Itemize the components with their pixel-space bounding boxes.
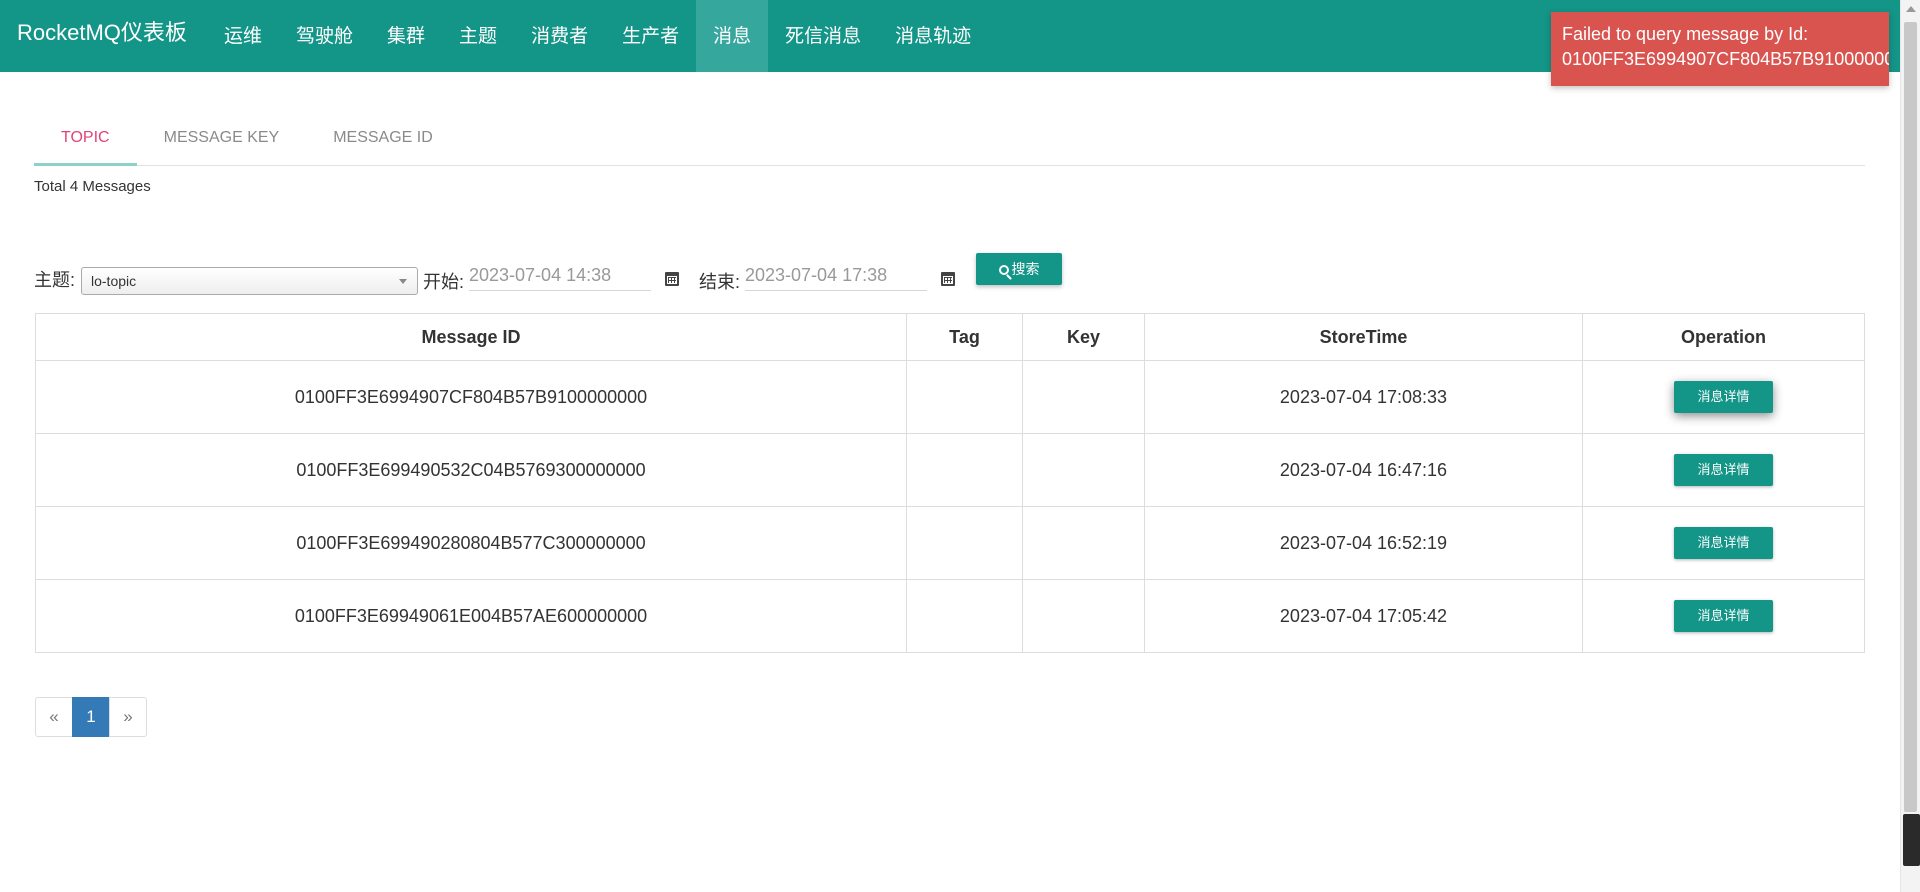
key-cell	[1022, 360, 1145, 434]
operation-cell: 消息详情	[1582, 433, 1865, 507]
store-time-cell: 2023-07-04 17:08:33	[1144, 360, 1583, 434]
scrollbar-thumb-bottom[interactable]	[1903, 814, 1920, 866]
start-label: 开始:	[423, 272, 465, 292]
table-row: 0100FF3E699490280804B577C300000000 2023-…	[35, 506, 1865, 580]
topic-label: 主题:	[34, 270, 76, 290]
nav-item-message[interactable]: 消息	[696, 0, 769, 72]
nav-item-topic[interactable]: 主题	[442, 0, 514, 72]
calendar-icon[interactable]	[665, 272, 679, 286]
tag-cell	[906, 433, 1023, 507]
page-scrollbar[interactable]	[1900, 0, 1920, 892]
table-row: 0100FF3E69949061E004B57AE600000000 2023-…	[35, 579, 1865, 653]
end-label: 结束:	[699, 272, 741, 292]
pagination: « 1 »	[35, 697, 147, 737]
column-header-tag: Tag	[906, 313, 1023, 361]
search-button[interactable]: 搜索	[976, 253, 1062, 285]
store-time-cell: 2023-07-04 17:05:42	[1144, 579, 1583, 653]
chevron-down-icon	[399, 279, 407, 284]
pagination-next-button[interactable]: »	[109, 697, 147, 737]
tag-cell	[906, 360, 1023, 434]
key-cell	[1022, 506, 1145, 580]
column-header-key: Key	[1022, 313, 1145, 361]
error-toast-line2: 0100FF3E6994907CF804B57B9100000000	[1562, 49, 1889, 69]
operation-cell: 消息详情	[1582, 360, 1865, 434]
message-id-cell: 0100FF3E69949061E004B57AE600000000	[35, 579, 907, 653]
table-header-row: Message ID Tag Key StoreTime Operation	[35, 313, 1865, 361]
message-id-cell: 0100FF3E699490280804B577C300000000	[35, 506, 907, 580]
error-toast[interactable]: Failed to query message by Id: 0100FF3E6…	[1551, 12, 1889, 86]
tab-message-id[interactable]: MESSAGE ID	[306, 116, 460, 165]
pagination-page-button[interactable]: 1	[72, 697, 110, 737]
column-header-operation: Operation	[1582, 313, 1865, 361]
message-detail-button[interactable]: 消息详情	[1674, 600, 1773, 632]
operation-cell: 消息详情	[1582, 579, 1865, 653]
scrollbar-thumb[interactable]	[1904, 22, 1917, 812]
search-button-label: 搜索	[1011, 261, 1040, 277]
pagination-prev-button[interactable]: «	[35, 697, 73, 737]
message-detail-button[interactable]: 消息详情	[1674, 527, 1773, 559]
nav-menu: 运维 驾驶舱 集群 主题 消费者 生产者 消息 死信消息 消息轨迹	[207, 0, 988, 72]
column-header-store-time: StoreTime	[1144, 313, 1583, 361]
topic-select-value: lo-topic	[91, 273, 137, 289]
nav-item-message-trace[interactable]: 消息轨迹	[878, 0, 988, 72]
key-cell	[1022, 579, 1145, 653]
brand-title[interactable]: RocketMQ仪表板	[0, 0, 207, 72]
nav-item-dlq-message[interactable]: 死信消息	[768, 0, 878, 72]
nav-item-producer[interactable]: 生产者	[605, 0, 696, 72]
table-row: 0100FF3E6994907CF804B57B9100000000 2023-…	[35, 360, 1865, 434]
key-cell	[1022, 433, 1145, 507]
store-time-cell: 2023-07-04 16:52:19	[1144, 506, 1583, 580]
nav-item-consumer[interactable]: 消费者	[514, 0, 605, 72]
topic-select[interactable]: lo-topic	[81, 267, 418, 295]
scroll-up-arrow-icon[interactable]	[1906, 6, 1916, 12]
message-id-cell: 0100FF3E699490532C04B5769300000000	[35, 433, 907, 507]
start-time-input[interactable]	[469, 261, 651, 291]
table-row: 0100FF3E699490532C04B5769300000000 2023-…	[35, 433, 1865, 507]
search-icon	[998, 265, 1009, 275]
message-detail-button[interactable]: 消息详情	[1674, 454, 1773, 486]
message-detail-button[interactable]: 消息详情	[1674, 381, 1773, 413]
nav-item-dashboard[interactable]: 驾驶舱	[279, 0, 370, 72]
tab-message-key[interactable]: MESSAGE KEY	[137, 116, 307, 165]
store-time-cell: 2023-07-04 16:47:16	[1144, 433, 1583, 507]
tag-cell	[906, 579, 1023, 653]
message-id-cell: 0100FF3E6994907CF804B57B9100000000	[35, 360, 907, 434]
operation-cell: 消息详情	[1582, 506, 1865, 580]
nav-item-cluster[interactable]: 集群	[370, 0, 442, 72]
total-messages: Total 4 Messages	[34, 178, 151, 195]
tab-topic[interactable]: TOPIC	[34, 116, 137, 166]
nav-item-ops[interactable]: 运维	[207, 0, 279, 72]
tag-cell	[906, 506, 1023, 580]
end-time-input[interactable]	[745, 261, 927, 291]
message-table: Message ID Tag Key StoreTime Operation 0…	[35, 313, 1865, 653]
query-tabs: TOPIC MESSAGE KEY MESSAGE ID	[34, 116, 1865, 166]
error-toast-line1: Failed to query message by Id:	[1562, 24, 1809, 44]
column-header-message-id: Message ID	[35, 313, 907, 361]
calendar-icon[interactable]	[941, 272, 955, 286]
